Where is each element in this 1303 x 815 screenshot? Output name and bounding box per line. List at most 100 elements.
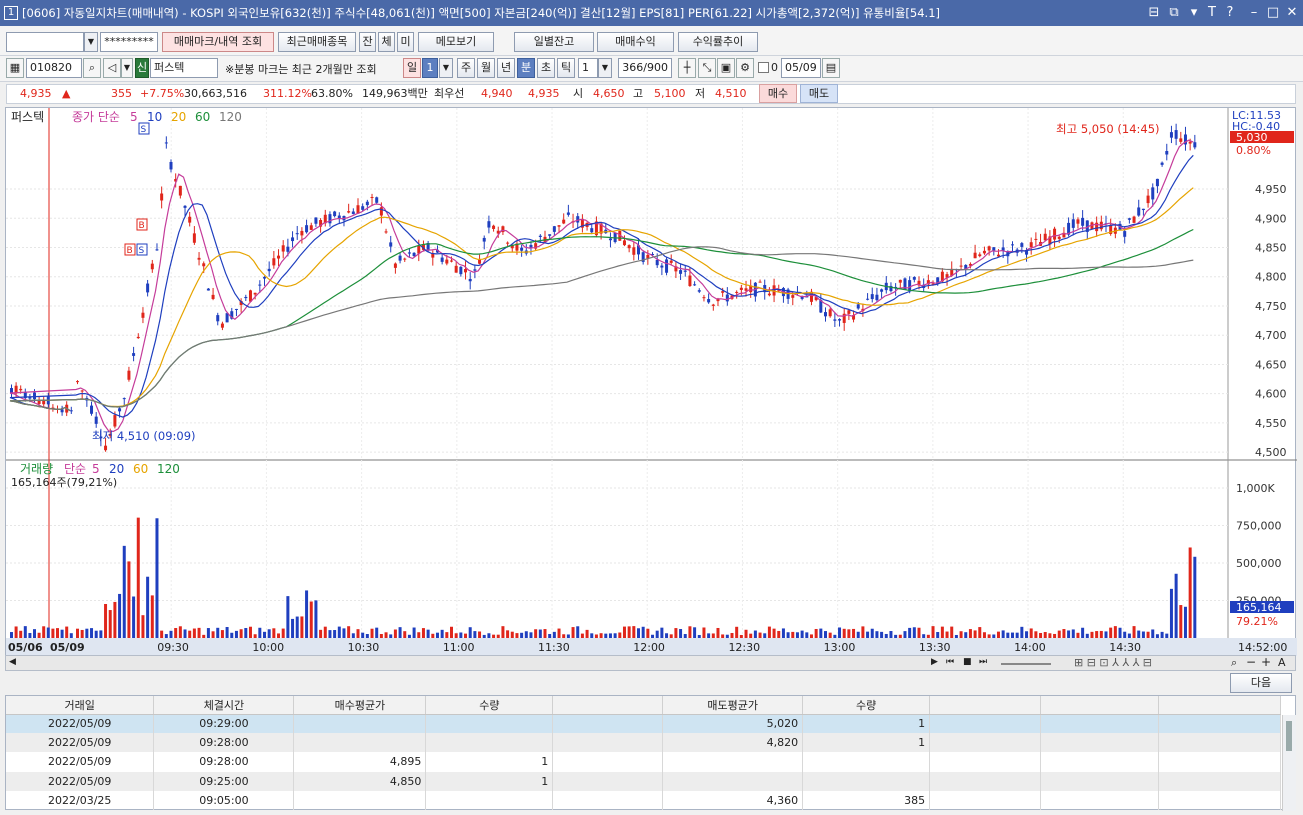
table-row[interactable]: 2022/05/09 09:29:00 5,020 1 bbox=[6, 714, 1282, 734]
column-header[interactable] bbox=[929, 696, 1042, 715]
zoom-slider[interactable] bbox=[1001, 663, 1051, 665]
volume-bar bbox=[529, 632, 533, 638]
zoom-icon[interactable]: ⌕ bbox=[1231, 656, 1237, 670]
period-number[interactable]: 1 bbox=[422, 58, 438, 78]
link-icon[interactable]: ⊟ bbox=[1146, 0, 1162, 26]
candle-style-icon[interactable]: ┼ bbox=[678, 58, 696, 78]
period-day-button[interactable]: 일 bbox=[403, 58, 421, 78]
zoom-out-icon[interactable]: − bbox=[1246, 655, 1256, 669]
chevron-down-icon[interactable]: ▼ bbox=[84, 32, 98, 52]
settings-icon[interactable]: ⚙ bbox=[736, 58, 754, 78]
chart-tools-icon[interactable]: ⊞ ⊟ ⊡ ⅄ ⅄ ⅄ ⊟ bbox=[1074, 656, 1152, 669]
sound-icon[interactable]: ◁ bbox=[103, 58, 121, 78]
chevron-down-icon[interactable]: ▼ bbox=[439, 58, 453, 78]
column-header[interactable]: 수량 bbox=[425, 696, 554, 715]
table-scrollbar[interactable] bbox=[1282, 715, 1296, 811]
period-year-button[interactable]: 년 bbox=[497, 58, 515, 78]
volume-legend-title: 거래량 bbox=[20, 462, 53, 476]
maximize-icon[interactable]: □ bbox=[1265, 0, 1281, 26]
candle-body bbox=[267, 268, 271, 272]
date-input[interactable]: 05/09 bbox=[781, 58, 821, 78]
calendar-icon[interactable]: ▤ bbox=[822, 58, 840, 78]
chart-type-icon[interactable]: ▦ bbox=[6, 58, 24, 78]
pin-icon[interactable]: ▾ bbox=[1186, 0, 1202, 26]
column-header[interactable] bbox=[1040, 696, 1159, 715]
minimize-icon[interactable]: – bbox=[1246, 0, 1262, 26]
volume-bar bbox=[744, 629, 748, 638]
interval-input[interactable]: 1 bbox=[578, 58, 598, 78]
chart-scrollbar[interactable]: ◀ ▶ ⏮ ■ ⏭ ⊞ ⊟ ⊡ ⅄ ⅄ ⅄ ⊟ ⌕ − + A bbox=[5, 655, 1296, 671]
column-header[interactable] bbox=[1158, 696, 1282, 715]
font-icon[interactable]: T bbox=[1204, 0, 1220, 26]
period-tick-button[interactable]: 틱 bbox=[557, 58, 575, 78]
password-field[interactable]: ********* bbox=[100, 32, 158, 52]
column-header[interactable] bbox=[552, 696, 664, 715]
column-header[interactable]: 수량 bbox=[802, 696, 931, 715]
volume-bar bbox=[272, 628, 276, 638]
trade-profit-button[interactable]: 매매수익 bbox=[597, 32, 674, 52]
column-header[interactable]: 거래일 bbox=[6, 696, 155, 715]
period-second-button[interactable]: 초 bbox=[537, 58, 555, 78]
period-minute-button[interactable]: 분 bbox=[517, 58, 535, 78]
volume-bar bbox=[1015, 632, 1019, 638]
period-month-button[interactable]: 월 bbox=[477, 58, 495, 78]
volume-tick-label: 1,000K bbox=[1236, 482, 1275, 495]
close-icon[interactable]: ✕ bbox=[1284, 0, 1300, 26]
volume-bar bbox=[253, 634, 257, 638]
scroll-right-icon[interactable]: ▶ bbox=[931, 657, 938, 667]
executed-button[interactable]: 체 bbox=[378, 32, 395, 52]
column-header[interactable]: 체결시간 bbox=[153, 696, 295, 715]
scroll-left-icon[interactable]: ◀ bbox=[9, 657, 16, 667]
table-scroll-thumb[interactable] bbox=[1286, 721, 1292, 751]
balance-button[interactable]: 잔 bbox=[359, 32, 376, 52]
restore-icon[interactable]: ⧉ bbox=[1166, 0, 1182, 26]
table-row[interactable]: 2022/05/09 09:25:00 4,850 1 bbox=[6, 771, 1282, 791]
save-icon[interactable]: ▣ bbox=[717, 58, 735, 78]
return-trend-button[interactable]: 수익률추이 bbox=[678, 32, 758, 52]
chevron-down-icon[interactable]: ▼ bbox=[598, 58, 612, 78]
volume-bar bbox=[795, 632, 799, 638]
table-row[interactable]: 2022/05/09 09:28:00 4,895 1 bbox=[6, 752, 1282, 772]
stock-chart[interactable]: 4,950 4,900 4,850 4,800 4,750 4,700 4,650 4,600… bbox=[6, 108, 1297, 656]
chevron-down-icon[interactable]: ▼ bbox=[121, 58, 133, 78]
font-size-icon[interactable]: A bbox=[1278, 656, 1286, 669]
column-header[interactable]: 매도평균가 bbox=[662, 696, 804, 715]
stop-icon[interactable]: ■ bbox=[963, 657, 972, 667]
table-row[interactable]: 2022/03/25 09:05:00 4,360 385 bbox=[6, 790, 1282, 810]
buy-button[interactable]: 매수 bbox=[759, 84, 797, 103]
time-tick-label: 10:30 bbox=[348, 641, 380, 654]
next-button[interactable]: 다음 bbox=[1230, 673, 1292, 693]
candle-body bbox=[440, 257, 444, 262]
volume-bar bbox=[931, 626, 935, 638]
stock-name-field[interactable]: 퍼스텍 bbox=[150, 58, 218, 78]
search-icon[interactable]: ⌕ bbox=[83, 58, 101, 78]
memo-button[interactable]: 메모보기 bbox=[418, 32, 494, 52]
candle-body bbox=[178, 185, 182, 196]
recent-trades-button[interactable]: 최근매매종목 bbox=[278, 32, 356, 52]
volume-bar bbox=[450, 626, 453, 638]
stock-code-input[interactable]: 010820 bbox=[26, 58, 82, 78]
volume-bar bbox=[730, 632, 734, 638]
daily-balance-button[interactable]: 일별잔고 bbox=[514, 32, 594, 52]
first-page-icon[interactable]: ⏮ bbox=[946, 657, 954, 667]
column-header[interactable]: 매수평균가 bbox=[293, 696, 427, 715]
account-select[interactable] bbox=[6, 32, 84, 52]
table-row[interactable]: 2022/05/09 09:28:00 4,820 1 bbox=[6, 733, 1282, 753]
trade-mark-button[interactable]: 매매마크/내역 조회 bbox=[162, 32, 274, 52]
volume-bar bbox=[693, 627, 697, 638]
period-week-button[interactable]: 주 bbox=[457, 58, 475, 78]
help-icon[interactable]: ? bbox=[1222, 0, 1238, 26]
chart-panel[interactable]: 4,950 4,900 4,850 4,800 4,750 4,700 4,650 4,600… bbox=[5, 107, 1297, 656]
count-input[interactable]: 366/900 bbox=[618, 58, 672, 78]
draw-tool-icon[interactable]: ⤡ bbox=[698, 58, 716, 78]
date-checkbox[interactable] bbox=[758, 62, 769, 73]
candle-body bbox=[146, 283, 150, 293]
unexecuted-button[interactable]: 미 bbox=[397, 32, 414, 52]
volume-bar bbox=[160, 630, 164, 638]
zoom-in-icon[interactable]: + bbox=[1261, 655, 1271, 669]
last-page-icon[interactable]: ⏭ bbox=[979, 657, 987, 667]
sell-button[interactable]: 매도 bbox=[800, 84, 838, 103]
table-cell: 09:28:00 bbox=[153, 752, 295, 772]
time-tick-label: 09:30 bbox=[157, 641, 189, 654]
candle-body bbox=[468, 278, 472, 282]
